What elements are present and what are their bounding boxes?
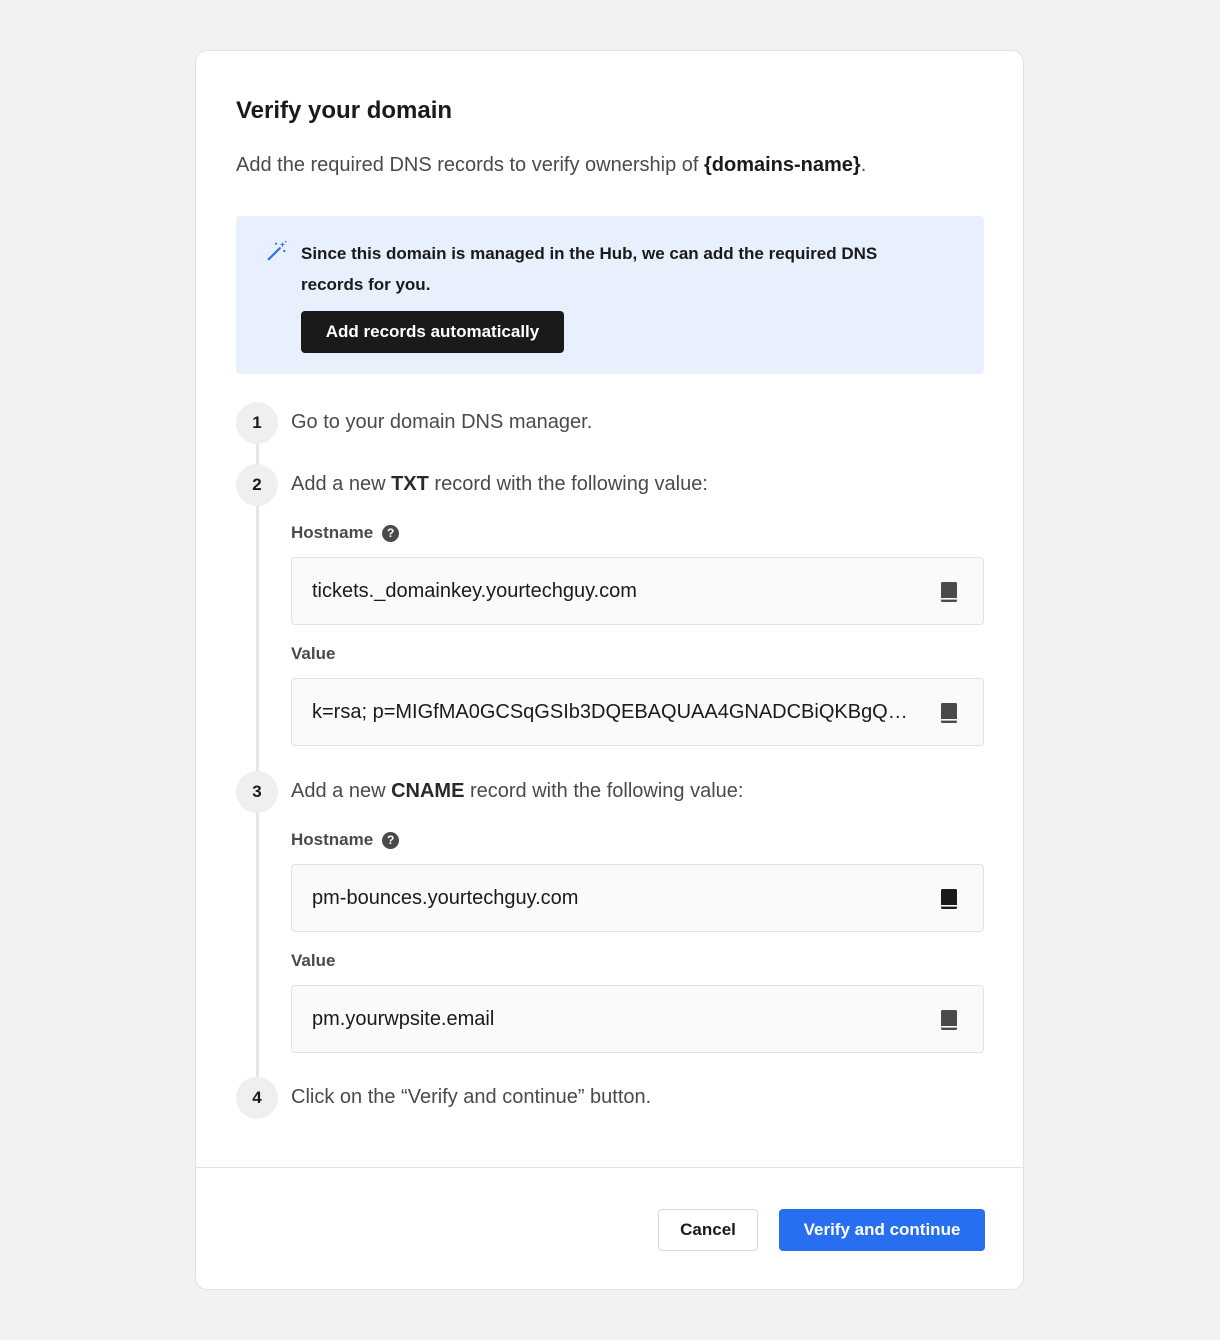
step-2-text: Add a new TXT record with the following …: [291, 473, 708, 496]
subtitle-suffix: .: [860, 154, 867, 176]
txt-value-field: k=rsa; p=MIGfMA0GCSqGSIb3DQEBAQUAA4GNADC…: [291, 678, 984, 746]
step-number-2: 2: [236, 464, 278, 506]
steps-timeline: [256, 441, 259, 1091]
modal-title: Verify your domain: [236, 97, 453, 124]
add-records-automatically-button[interactable]: Add records automatically: [301, 311, 564, 353]
hostname-label-text: Hostname: [291, 523, 374, 542]
verify-domain-modal: Verify your domain Add the required DNS …: [195, 50, 1024, 1290]
cname-hostname-field: pm-bounces.yourtechguy.com: [291, 864, 984, 932]
help-icon[interactable]: ?: [382, 524, 400, 542]
magic-wand-icon: [267, 240, 287, 261]
cname-hostname-value[interactable]: pm-bounces.yourtechguy.com: [312, 865, 912, 931]
step-number-1: 1: [236, 402, 278, 444]
cname-value-field: pm.yourwpsite.email: [291, 985, 984, 1053]
step-3-suffix: record with the following value:: [464, 780, 744, 802]
txt-hostname-field: tickets._domainkey.yourtechguy.com: [291, 557, 984, 625]
record-type-cname: CNAME: [391, 780, 465, 802]
txt-value-value[interactable]: k=rsa; p=MIGfMA0GCSqGSIb3DQEBAQUAA4GNADC…: [312, 679, 912, 745]
domain-name: {domains-name}: [704, 154, 861, 176]
txt-value-label: Value: [291, 644, 336, 663]
step-2-suffix: record with the following value:: [428, 473, 708, 495]
copy-icon[interactable]: [937, 580, 961, 604]
cname-value-label: Value: [291, 951, 336, 970]
modal-subtitle: Add the required DNS records to verify o…: [236, 154, 866, 177]
cname-value-value[interactable]: pm.yourwpsite.email: [312, 986, 912, 1052]
step-1-text: Go to your domain DNS manager.: [291, 411, 593, 433]
verify-and-continue-button[interactable]: Verify and continue: [779, 1209, 985, 1251]
copy-icon[interactable]: [937, 1008, 961, 1032]
txt-hostname-value[interactable]: tickets._domainkey.yourtechguy.com: [312, 558, 912, 624]
hostname-label-text: Hostname: [291, 830, 374, 849]
step-number-4: 4: [236, 1077, 278, 1119]
cancel-button[interactable]: Cancel: [658, 1209, 758, 1251]
record-type-txt: TXT: [391, 473, 429, 495]
cname-hostname-label: Hostname?: [291, 830, 400, 850]
step-2-prefix: Add a new: [291, 473, 392, 495]
copy-icon[interactable]: [937, 887, 961, 911]
step-3-prefix: Add a new: [291, 780, 392, 802]
txt-hostname-label: Hostname?: [291, 523, 400, 543]
help-icon[interactable]: ?: [382, 831, 400, 849]
step-3-text: Add a new CNAME record with the followin…: [291, 780, 743, 803]
managed-domain-notice: Since this domain is managed in the Hub,…: [236, 216, 984, 374]
copy-icon[interactable]: [937, 701, 961, 725]
footer-divider: [196, 1167, 1023, 1168]
step-4-text: Click on the “Verify and continue” butto…: [291, 1086, 652, 1108]
notice-text: Since this domain is managed in the Hub,…: [301, 244, 878, 294]
subtitle-text: Add the required DNS records to verify o…: [236, 154, 704, 176]
step-number-3: 3: [236, 771, 278, 813]
